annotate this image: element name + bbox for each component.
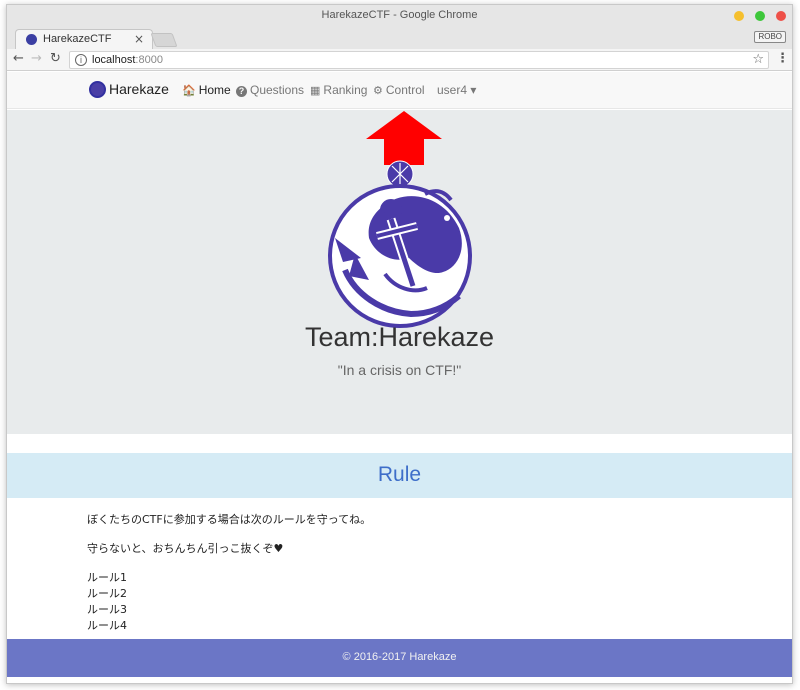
nav-ranking[interactable]: ▦ Ranking [310, 83, 367, 97]
tab-title: HarekazeCTF [43, 33, 112, 45]
browser-window: HarekazeCTF - Google Chrome HarekazeCTF … [6, 4, 793, 684]
table-icon: ▦ [310, 85, 321, 97]
tab-strip: HarekazeCTF × ROBO [7, 27, 792, 49]
bookmark-star-icon[interactable]: ☆ [752, 52, 764, 67]
rule-header-band: Rule [7, 453, 792, 498]
rule-list-item: ルール3 [87, 603, 127, 616]
navbar-brand[interactable]: Harekaze [109, 81, 169, 97]
rule-list: ルール1 ルール2 ルール3 ルール4 [87, 570, 717, 634]
team-motto: "In a crisis on CTF!" [337, 362, 462, 378]
tab-close-icon[interactable]: × [134, 32, 144, 46]
nav-control[interactable]: ⚙ Control [373, 83, 425, 97]
rule-paragraph: ぼくたちのCTFに参加する場合は次のルールを守ってね。 [87, 513, 372, 526]
close-window-button[interactable] [776, 11, 786, 21]
page-viewport: Harekaze 🏠 Home ? Questions ▦ Ranking ⚙ Cont… [7, 72, 792, 683]
hero-jumbotron: Team:Harekaze "In a crisis on CTF!" [7, 110, 792, 434]
window-title: HarekazeCTF - Google Chrome [321, 9, 478, 21]
caret-down-icon: ▾ [470, 83, 477, 97]
question-circle-icon: ? [236, 86, 247, 97]
tab-harekazectf[interactable]: HarekazeCTF × [15, 29, 153, 49]
browser-toolbar: ← → ↻ i localhost:8000 ☆ ⋮ [7, 49, 792, 71]
harekaze-logo-icon[interactable] [89, 81, 106, 98]
url-text: localhost:8000 [92, 54, 163, 66]
rule-heading: Rule [377, 463, 422, 486]
rule-list-item: ルール2 [87, 587, 127, 600]
back-icon[interactable]: ← [13, 52, 24, 66]
footer-copyright: © 2016-2017 Harekaze [342, 651, 457, 663]
nav-questions[interactable]: ? Questions [236, 83, 304, 97]
menu-icon[interactable]: ⋮ [776, 52, 789, 66]
cogs-icon: ⚙ [373, 85, 383, 97]
rule-list-item: ルール4 [87, 619, 127, 632]
nav-home[interactable]: 🏠 Home [182, 83, 231, 97]
team-emblem-logo [328, 160, 472, 328]
site-footer: © 2016-2017 Harekaze [7, 639, 792, 677]
info-icon[interactable]: i [75, 54, 87, 66]
favicon-icon [26, 34, 37, 45]
profile-badge[interactable]: ROBO [754, 31, 786, 43]
rule-paragraph: 守らないと、おちんちん引っこ抜くぞ♥ [87, 542, 284, 555]
nav-user-dropdown[interactable]: user4 ▾ [437, 83, 476, 97]
rule-content: ぼくたちのCTFに参加する場合は次のルールを守ってね。 守らないと、おちんちん引… [87, 512, 717, 634]
forward-icon[interactable]: → [31, 52, 42, 66]
site-navbar: Harekaze 🏠 Home ? Questions ▦ Ranking ⚙ Cont… [7, 72, 792, 109]
rule-list-item: ルール1 [87, 571, 127, 584]
address-bar[interactable]: i localhost:8000 ☆ [69, 51, 769, 69]
minimize-button[interactable] [734, 11, 744, 21]
maximize-button[interactable] [755, 11, 765, 21]
title-bar: HarekazeCTF - Google Chrome [7, 5, 792, 27]
reload-icon[interactable]: ↻ [50, 52, 61, 66]
home-icon: 🏠 [182, 85, 196, 97]
team-title: Team:Harekaze [304, 322, 495, 352]
new-tab-button[interactable] [150, 33, 178, 47]
